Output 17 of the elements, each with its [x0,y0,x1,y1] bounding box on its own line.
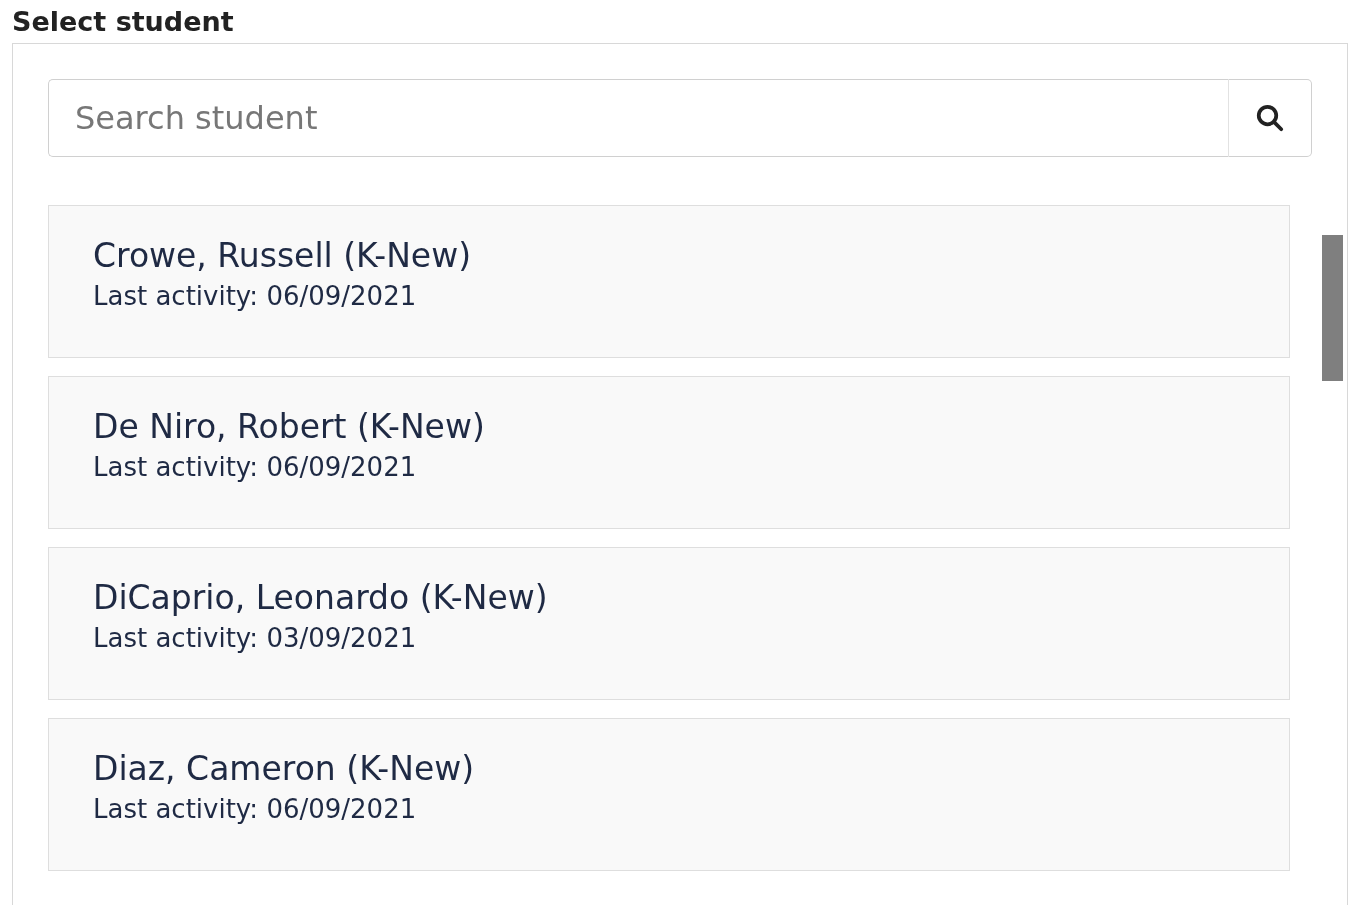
search-button[interactable] [1228,79,1312,157]
student-card[interactable]: DiCaprio, Leonardo (K-New) Last activity: 03/09/2021 [48,547,1290,700]
student-name: Diaz, Cameron (K-New) [93,749,475,788]
scrollbar-thumb[interactable] [1322,235,1343,381]
student-card[interactable]: Diaz, Cameron (K-New) Last activity: 06/09/2021 [48,718,1290,871]
last-activity: Last activity: 06/09/2021 [93,452,417,482]
last-activity: Last activity: 03/09/2021 [93,623,417,653]
field-label: Select student [12,6,234,37]
student-card[interactable]: Crowe, Russell (K-New) Last activity: 06/09/2021 [48,205,1290,358]
last-activity: Last activity: 06/09/2021 [93,794,417,824]
student-name: DiCaprio, Leonardo (K-New) [93,578,548,617]
last-activity: Last activity: 06/09/2021 [93,281,417,311]
student-name: Crowe, Russell (K-New) [93,236,472,275]
search-field[interactable]: Search student [48,79,1228,157]
student-name: De Niro, Robert (K-New) [93,407,485,446]
student-card[interactable]: De Niro, Robert (K-New) Last activity: 06/09/2021 [48,376,1290,529]
search-icon [1255,103,1285,133]
